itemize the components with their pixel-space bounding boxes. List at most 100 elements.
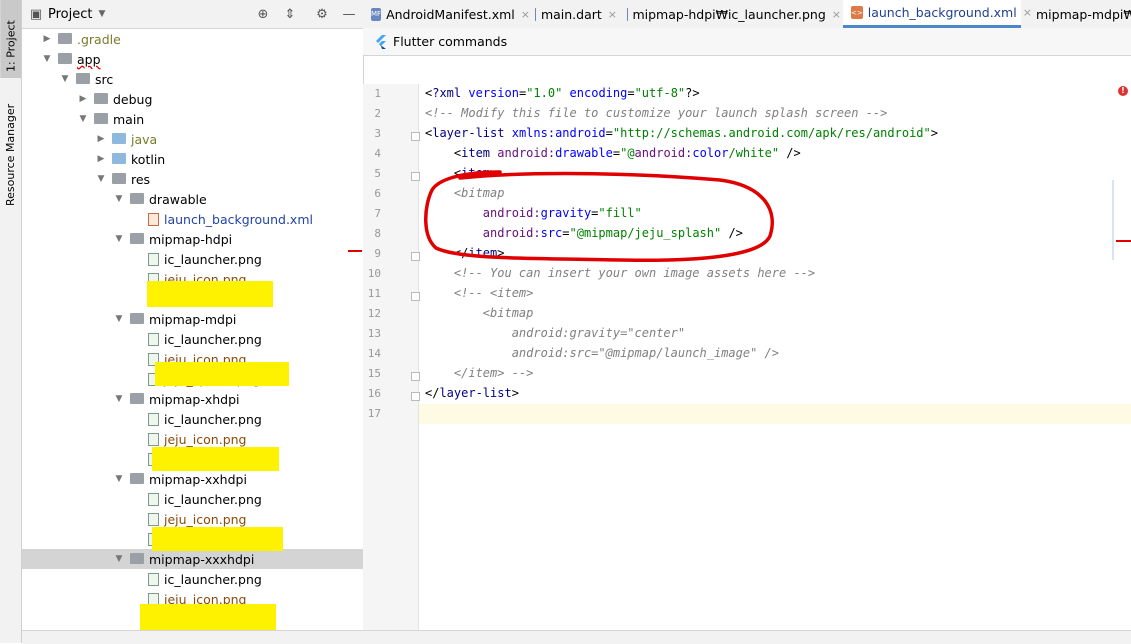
source-folder-icon: [112, 153, 126, 164]
tree-file[interactable]: launch_background.xml: [22, 209, 363, 229]
resource-manager-tab-label: Resource Manager: [4, 104, 17, 206]
tree-folder[interactable]: ▼mipmap-xxhdpi: [22, 469, 363, 489]
tree-folder[interactable]: ▼mipmap-hdpi: [22, 229, 363, 249]
project-tool-tab[interactable]: 1: Project: [0, 0, 21, 78]
tree-file[interactable]: ic_launcher.png: [22, 329, 363, 349]
editor-tab-label: mipmap-mdpi₩: [1036, 7, 1131, 22]
tree-folder[interactable]: ▼main: [22, 109, 363, 129]
expand-arrow-icon[interactable]: ▼: [114, 234, 124, 244]
code-line[interactable]: <item android:drawable="@android:color/w…: [425, 146, 801, 160]
highlight-mark: [152, 447, 279, 471]
hide-icon[interactable]: —: [340, 5, 358, 23]
tree-folder[interactable]: ▼mipmap-mdpi: [22, 309, 363, 329]
tree-folder[interactable]: ▶debug: [22, 89, 363, 109]
tree-folder[interactable]: ▼ mipmap-xxxhdpi: [22, 549, 363, 569]
tree-folder[interactable]: ▼ mipmap-xhdpi: [22, 389, 363, 409]
gear-icon[interactable]: ⚙: [313, 5, 331, 23]
code-line[interactable]: android:src="@mipmap/launch_image" />: [425, 346, 779, 360]
fold-marker-icon[interactable]: [411, 252, 420, 261]
expand-arrow-icon[interactable]: ▼: [78, 114, 88, 124]
error-marker-icon[interactable]: !: [1118, 86, 1128, 96]
project-view-selector[interactable]: Project: [48, 7, 92, 22]
line-number: 12: [363, 307, 381, 320]
source-folder-icon: [112, 133, 126, 144]
line-number: 7: [363, 207, 381, 220]
code-line[interactable]: </item> -->: [425, 366, 533, 380]
fold-marker-icon[interactable]: [411, 372, 420, 381]
tree-folder[interactable]: ▼ drawable: [22, 189, 363, 209]
tree-file[interactable]: ic_launcher.png: [22, 489, 363, 509]
xml-file-icon: [148, 213, 159, 226]
current-line-highlight: [419, 404, 1131, 424]
tree-item-label: drawable: [149, 192, 207, 207]
tree-folder[interactable]: ▶java: [22, 129, 363, 149]
expand-arrow-icon[interactable]: ▼: [60, 74, 70, 84]
code-line[interactable]: android:gravity="center": [425, 326, 685, 340]
editor-tab-label: mipmap-hdpi₩ic_launcher.png: [632, 7, 825, 22]
error-stripe: [1116, 240, 1131, 242]
line-number: 6: [363, 187, 381, 200]
close-icon[interactable]: ×: [608, 8, 617, 21]
image-file-icon: [148, 253, 159, 266]
tree-item-label: kotlin: [131, 152, 165, 167]
editor-tab[interactable]: mipmap-hdpi₩ic_launcher.png ×: [619, 0, 841, 28]
code-line[interactable]: <!-- Modify this file to customize your …: [425, 106, 887, 120]
tree-item-label: mipmap-xhdpi: [149, 392, 240, 407]
expand-arrow-icon[interactable]: ▼: [114, 474, 124, 484]
expand-arrow-icon[interactable]: ▶: [96, 134, 106, 144]
tree-item-label: jeju_icon.png: [164, 512, 247, 527]
expand-arrow-icon[interactable]: ▼: [114, 194, 124, 204]
editor-tab[interactable]: MFAndroidManifest.xml×: [363, 0, 521, 28]
code-line[interactable]: </layer-list>: [425, 386, 519, 400]
tree-file[interactable]: jeju_icon.png: [22, 429, 363, 449]
folder-icon: [58, 33, 72, 44]
image-file-icon: [148, 413, 159, 426]
tree-file[interactable]: ic_launcher.png: [22, 569, 363, 589]
expand-arrow-icon[interactable]: ▶: [42, 34, 52, 44]
expand-arrow-icon[interactable]: ▼: [114, 314, 124, 324]
editor-tab[interactable]: mipmap-mdpi₩: [1023, 0, 1131, 28]
expand-arrow-icon[interactable]: ▼: [114, 394, 124, 404]
code-line[interactable]: <layer-list xmlns:android="http://schema…: [425, 126, 938, 140]
code-line[interactable]: <?xml version="1.0" encoding="utf-8"?>: [425, 86, 700, 100]
editor-tab-label: AndroidManifest.xml: [386, 7, 515, 22]
project-panel-header: ▣ Project ▼ ⊕ ⇕ ⚙ —: [22, 0, 363, 29]
flutter-icon: [375, 35, 387, 49]
folder-icon: [112, 173, 126, 184]
tree-folder[interactable]: ▶ kotlin: [22, 149, 363, 169]
editor-tab[interactable]: main.dart×: [527, 0, 617, 28]
tree-folder[interactable]: ▶ .gradle: [22, 29, 363, 49]
code-line[interactable]: <!-- You can insert your own image asset…: [425, 266, 815, 280]
project-view-icon: ▣: [27, 5, 45, 23]
fold-marker-icon[interactable]: [411, 172, 420, 181]
expand-arrow-icon[interactable]: ▶: [96, 154, 106, 164]
code-line[interactable]: <bitmap: [425, 306, 533, 320]
fold-marker-icon[interactable]: [411, 292, 420, 301]
chevron-down-icon[interactable]: ▼: [98, 9, 105, 19]
tree-item-label: ic_launcher.png: [164, 572, 262, 587]
close-icon[interactable]: ×: [832, 8, 841, 21]
tree-item-label: mipmap-xxxhdpi: [149, 552, 254, 567]
folder-icon: [76, 73, 90, 84]
resource-manager-tool-tab[interactable]: Resource Manager: [0, 92, 21, 212]
tree-file[interactable]: jeju_icon.png: [22, 509, 363, 529]
editor-tab[interactable]: <>launch_background.xml×: [843, 0, 1021, 28]
expand-arrow-icon[interactable]: ▼: [42, 54, 52, 64]
tree-file[interactable]: ic_launcher.png: [22, 409, 363, 429]
tree-item-label: .gradle: [77, 32, 121, 47]
tree-item-label: app: [77, 52, 101, 67]
code-line[interactable]: <!-- <item>: [425, 286, 533, 300]
expand-arrow-icon[interactable]: ▶: [78, 94, 88, 104]
expand-arrow-icon[interactable]: ▼: [114, 554, 124, 564]
tree-folder[interactable]: ▼src: [22, 69, 363, 89]
locate-icon[interactable]: ⊕: [254, 5, 272, 23]
flutter-commands-bar[interactable]: Flutter commands: [363, 28, 1131, 56]
collapse-all-icon[interactable]: ⇕: [281, 5, 299, 23]
tree-file[interactable]: ic_launcher.png: [22, 249, 363, 269]
fold-marker-icon[interactable]: [411, 392, 420, 401]
expand-arrow-icon[interactable]: ▼: [96, 174, 106, 184]
tree-folder[interactable]: ▼ res: [22, 169, 363, 189]
tree-folder[interactable]: ▼ app: [22, 49, 363, 69]
tree-item-label: res: [131, 172, 150, 187]
fold-marker-icon[interactable]: [411, 132, 420, 141]
